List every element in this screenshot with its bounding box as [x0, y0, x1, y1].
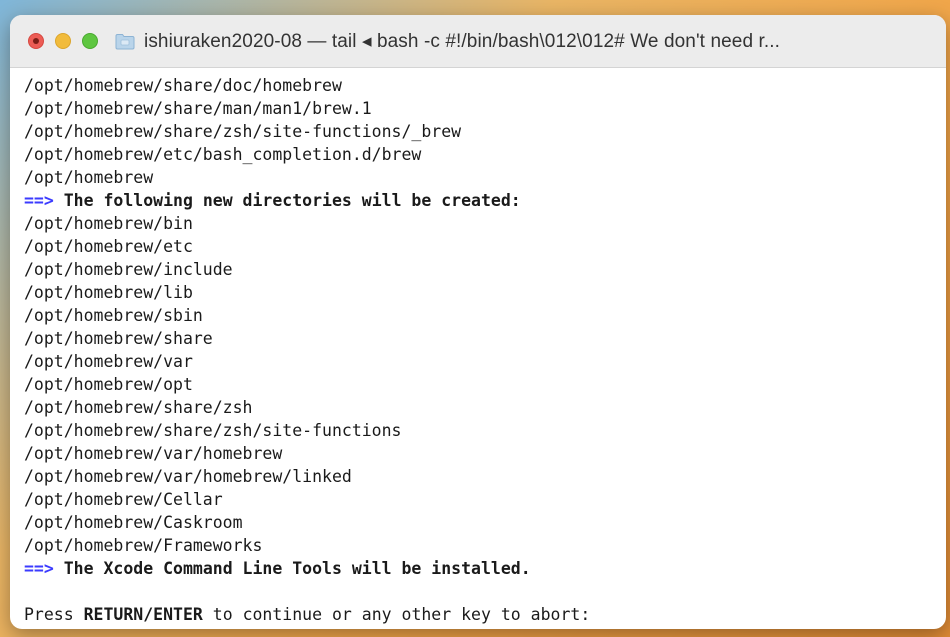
window-title: ishiuraken2020-08 — tail ◂ bash -c #!/bi…	[144, 30, 781, 52]
line-text: /opt/homebrew/share/doc/homebrew	[24, 76, 342, 95]
output-path-line: /opt/homebrew/etc	[24, 235, 946, 258]
line-text: /opt/homebrew/share/zsh/site-functions	[24, 421, 402, 440]
output-path-line: /opt/homebrew/share/zsh	[24, 396, 946, 419]
prompt-key-return: RETURN	[83, 605, 144, 624]
output-path-line: /opt/homebrew/Cellar	[24, 488, 946, 511]
terminal-output[interactable]: /opt/homebrew/share/doc/homebrew/opt/hom…	[10, 68, 946, 626]
line-text: /opt/homebrew/etc/bash_completion.d/brew	[24, 145, 422, 164]
heading-text: The following new directories will be cr…	[53, 191, 521, 210]
heading-text: The Xcode Command Line Tools will be ins…	[53, 559, 531, 578]
line-text: /opt/homebrew/Frameworks	[24, 536, 263, 555]
output-path-line: /opt/homebrew/Caskroom	[24, 511, 946, 534]
line-text: /opt/homebrew/var/homebrew	[24, 444, 283, 463]
output-path-line: /opt/homebrew/var/homebrew	[24, 442, 946, 465]
output-path-line: /opt/homebrew/share/zsh/site-functions/_…	[24, 120, 946, 143]
line-text: /opt/homebrew/bin	[24, 214, 193, 233]
line-text: /opt/homebrew/Caskroom	[24, 513, 243, 532]
output-path-line: /opt/homebrew/sbin	[24, 304, 946, 327]
line-text: /opt/homebrew/opt	[24, 375, 193, 394]
arrow-marker: ==>	[24, 191, 54, 210]
arrow-marker: ==>	[24, 559, 54, 578]
output-path-line: /opt/homebrew/lib	[24, 281, 946, 304]
output-path-line: /opt/homebrew/share/doc/homebrew	[24, 74, 946, 97]
line-text: /opt/homebrew/share	[24, 329, 213, 348]
line-text: /opt/homebrew/etc	[24, 237, 193, 256]
line-text: /opt/homebrew/Cellar	[24, 490, 223, 509]
output-path-line: /opt/homebrew/Frameworks	[24, 534, 946, 557]
output-path-line: /opt/homebrew/include	[24, 258, 946, 281]
line-text: /opt/homebrew	[24, 168, 154, 187]
line-text: /opt/homebrew/share/zsh	[24, 398, 253, 417]
output-heading-line: ==> The Xcode Command Line Tools will be…	[24, 557, 946, 580]
folder-icon	[115, 33, 135, 49]
title-bar[interactable]: ishiuraken2020-08 — tail ◂ bash -c #!/bi…	[10, 15, 946, 68]
minimize-button[interactable]	[55, 33, 71, 49]
close-button[interactable]	[28, 33, 44, 49]
prompt-suffix: to continue or any other key to abort:	[202, 605, 591, 624]
zoom-button[interactable]	[82, 33, 98, 49]
output-path-line: /opt/homebrew/share/zsh/site-functions	[24, 419, 946, 442]
line-text: /opt/homebrew/share/man/man1/brew.1	[24, 99, 372, 118]
output-path-line: /opt/homebrew/var/homebrew/linked	[24, 465, 946, 488]
window-controls	[28, 33, 109, 49]
output-path-line: /opt/homebrew/bin	[24, 212, 946, 235]
title-area: ishiuraken2020-08 — tail ◂ bash -c #!/bi…	[115, 30, 780, 53]
output-path-line: /opt/homebrew/etc/bash_completion.d/brew	[24, 143, 946, 166]
prompt-prefix: Press	[24, 605, 84, 624]
prompt-separator: /	[143, 605, 154, 624]
line-text: /opt/homebrew/sbin	[24, 306, 203, 325]
line-text: /opt/homebrew/include	[24, 260, 233, 279]
continue-prompt: Press RETURN/ENTER to continue or any ot…	[24, 603, 946, 626]
output-path-line: /opt/homebrew	[24, 166, 946, 189]
line-text: /opt/homebrew/share/zsh/site-functions/_…	[24, 122, 462, 141]
line-text: /opt/homebrew/var/homebrew/linked	[24, 467, 352, 486]
prompt-key-enter: ENTER	[153, 605, 203, 624]
output-path-line: /opt/homebrew/share	[24, 327, 946, 350]
line-text: /opt/homebrew/var	[24, 352, 193, 371]
output-heading-line: ==> The following new directories will b…	[24, 189, 946, 212]
output-path-line: /opt/homebrew/opt	[24, 373, 946, 396]
line-text: /opt/homebrew/lib	[24, 283, 193, 302]
terminal-window: ishiuraken2020-08 — tail ◂ bash -c #!/bi…	[10, 15, 946, 629]
output-path-line: /opt/homebrew/share/man/man1/brew.1	[24, 97, 946, 120]
output-path-line: /opt/homebrew/var	[24, 350, 946, 373]
